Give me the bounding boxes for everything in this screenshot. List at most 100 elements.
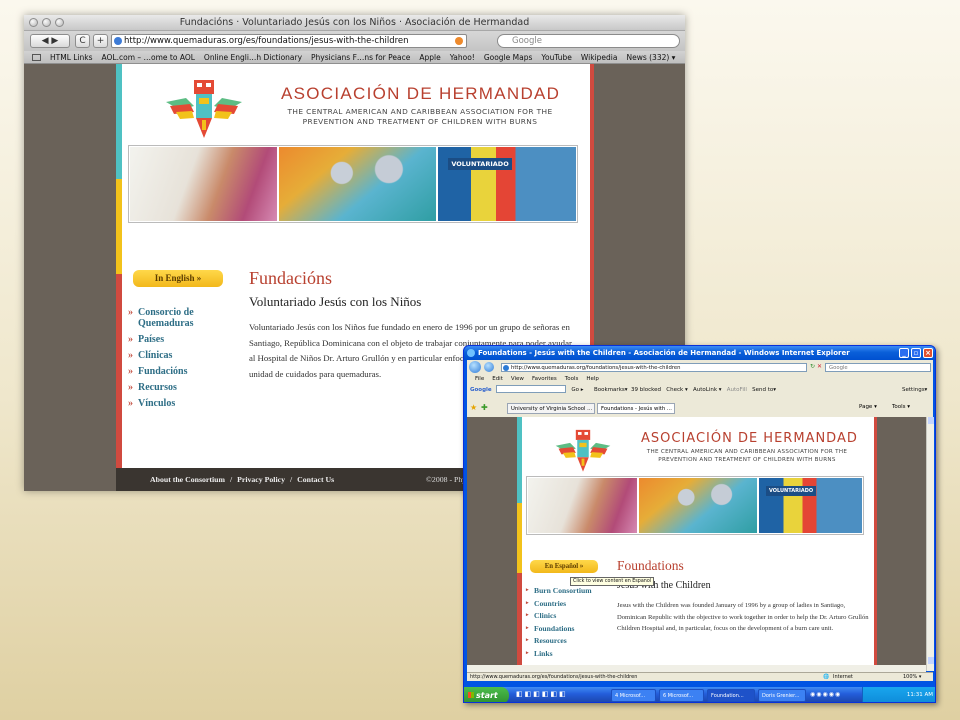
brand-title: ASOCIACIÓN DE HERMANDAD <box>641 431 858 446</box>
close-icon[interactable]: × <box>923 348 933 358</box>
bookmark-html-links[interactable]: HTML Links <box>50 53 93 62</box>
bookmark-physicians[interactable]: Physicians F…ns for Peace <box>311 53 410 62</box>
tools-menu[interactable]: Tools ▾ <box>892 404 910 410</box>
bookmark-wikipedia[interactable]: Wikipedia <box>581 53 618 62</box>
thunderbird-logo-icon[interactable] <box>553 427 613 473</box>
brand-tagline: THE CENTRAL AMERICAN AND CARIBBEAN ASSOC… <box>646 449 848 463</box>
nav-item-fundacions[interactable]: Fundacións <box>128 366 208 377</box>
stop-icon[interactable]: ✕ <box>817 363 822 370</box>
en-espanol-button[interactable]: En Español » <box>530 560 598 573</box>
start-button[interactable]: start <box>464 687 509 702</box>
nav-item-clinics[interactable]: Clinics <box>526 611 592 621</box>
bookmark-apple[interactable]: Apple <box>419 53 440 62</box>
nav-item-clinicas[interactable]: Clínicas <box>128 350 208 361</box>
taskbar-item-outlook[interactable]: Doris Grenier... <box>758 689 806 702</box>
brand-title: ASOCIACIÓN DE HERMANDAD <box>281 84 561 103</box>
menu-view[interactable]: View <box>511 376 524 382</box>
photo-nurse-child <box>130 147 277 221</box>
add-favorite-icon[interactable]: ✚ <box>481 403 488 412</box>
maximize-icon[interactable]: ▫ <box>911 348 921 358</box>
forward-icon[interactable] <box>484 362 494 372</box>
bookmark-dictionary[interactable]: Online Engli…h Dictionary <box>204 53 302 62</box>
menu-help[interactable]: Help <box>586 376 599 382</box>
photo-volunteers-sign: VOLUNTARIADO <box>758 478 862 533</box>
google-settings[interactable]: Settings▾ <box>902 384 927 397</box>
minimize-icon[interactable]: _ <box>899 348 909 358</box>
address-bar[interactable]: http://www.quemaduras.org/es/foundations… <box>111 34 467 48</box>
bookmark-youtube[interactable]: YouTube <box>541 53 572 62</box>
quick-launch-icons[interactable]: ◧◧◧◧◧◧ <box>516 690 568 698</box>
nav-item-recursos[interactable]: Recursos <box>128 382 208 393</box>
photo-banner: VOLUNTARIADO <box>128 145 578 223</box>
snapback-icon[interactable] <box>455 37 463 45</box>
menu-file[interactable]: File <box>475 376 484 382</box>
footer-link-contact[interactable]: Contact Us <box>297 475 334 484</box>
taskbar-item-word-1[interactable]: 4 Microsof... <box>611 689 656 702</box>
thunderbird-logo-icon[interactable] <box>164 76 244 140</box>
refresh-icon[interactable]: ↻ <box>810 363 815 370</box>
menu-favorites[interactable]: Favorites <box>532 376 557 382</box>
horizontal-scrollbar[interactable] <box>467 665 926 672</box>
address-text: http://www.quemaduras.org/es/foundations… <box>124 36 409 46</box>
search-field[interactable]: Google <box>497 34 680 48</box>
menu-tools[interactable]: Tools <box>565 376 579 382</box>
nav-item-foundations[interactable]: Foundations <box>526 624 592 634</box>
tab-uva[interactable]: University of Virginia School ... <box>507 403 595 414</box>
back-forward-button[interactable]: ◀ ▶ <box>30 34 70 48</box>
safari-toolbar: ◀ ▶ C + http://www.quemaduras.org/es/fou… <box>24 31 685 51</box>
ie-logo-icon <box>467 349 475 357</box>
tab-foundations[interactable]: Foundations - Jesús with ... <box>597 403 675 414</box>
google-go-button[interactable]: Go ▸ <box>571 387 583 393</box>
ie-viewport: ASOCIACIÓN DE HERMANDAD THE CENTRAL AMER… <box>467 417 926 671</box>
page-menu[interactable]: Page ▾ <box>859 404 877 410</box>
footer-link-about[interactable]: About the Consortium <box>150 475 225 484</box>
nav-item-burn-consortium[interactable]: Burn Consortium <box>526 586 592 596</box>
in-english-button[interactable]: In English » <box>133 270 223 287</box>
taskbar-item-word-2[interactable]: 6 Microsof... <box>659 689 704 702</box>
photo-sign-text: VOLUNTARIADO <box>448 158 512 170</box>
nav-item-links[interactable]: Links <box>526 649 592 659</box>
bookmark-news[interactable]: News (332) ▾ <box>626 53 675 62</box>
ie-address-bar[interactable]: http://www.quemaduras.org/foundations/je… <box>501 363 807 372</box>
nav-item-consorcio[interactable]: Consorcio de Quemaduras <box>128 307 208 329</box>
ie-toolbars: http://www.quemaduras.org/foundations/je… <box>467 360 933 417</box>
taskbar-item-ie[interactable]: Foundation... <box>707 689 755 702</box>
nav-item-paises[interactable]: Países <box>128 334 208 345</box>
ie-search-field[interactable]: Google <box>825 363 931 372</box>
add-bookmark-button[interactable]: + <box>93 34 108 48</box>
bookmark-aol[interactable]: AOL.com – …ome to AOL <box>102 53 195 62</box>
page-subtitle: Voluntariado Jesús con los Niños <box>249 294 422 309</box>
nav-item-vinculos[interactable]: Vínculos <box>128 398 208 409</box>
photo-sign-text: VOLUNTARIADO <box>765 486 817 496</box>
favorites-star-icon[interactable]: ★ <box>470 403 477 412</box>
menu-edit[interactable]: Edit <box>492 376 503 382</box>
bookmark-google-maps[interactable]: Google Maps <box>484 53 533 62</box>
nav-item-countries[interactable]: Countries <box>526 599 592 609</box>
reload-button[interactable]: C <box>75 34 90 48</box>
zoom-level[interactable]: 100% ▾ <box>903 673 921 682</box>
tray-icons[interactable]: ◉◉◉◉◉ <box>810 691 841 698</box>
color-strip <box>517 417 522 671</box>
nav-item-resources[interactable]: Resources <box>526 636 592 646</box>
ie-window-title: Foundations - Jesús with the Children - … <box>478 349 850 357</box>
sidebar-nav: Burn Consortium Countries Clinics Founda… <box>526 586 592 662</box>
spell-check[interactable]: Check ▾ <box>666 387 687 393</box>
autolink[interactable]: AutoLink ▾ <box>693 387 722 393</box>
ie-status-bar: http://www.quemaduras.org/es/foundations… <box>467 672 933 681</box>
send-to[interactable]: Send to▾ <box>752 387 776 393</box>
photo-volunteers-sign: VOLUNTARIADO <box>438 147 576 221</box>
book-icon[interactable] <box>32 54 41 61</box>
back-icon[interactable] <box>469 361 481 373</box>
window-title: Fundacións · Voluntariado Jesús con los … <box>179 17 530 28</box>
popup-blocked[interactable]: 39 blocked <box>631 387 661 393</box>
bookmark-yahoo[interactable]: Yahoo! <box>450 53 475 62</box>
google-bookmarks[interactable]: Bookmarks▾ <box>594 387 628 393</box>
globe-icon: 🌐 <box>823 674 830 680</box>
autofill[interactable]: AutoFill <box>727 387 747 393</box>
ie-page-icon <box>503 365 509 371</box>
ie-titlebar: Foundations - Jesús with the Children - … <box>464 346 935 360</box>
google-toolbar-search[interactable] <box>495 385 566 393</box>
footer-link-privacy[interactable]: Privacy Policy <box>237 475 285 484</box>
vertical-scrollbar[interactable] <box>926 417 934 671</box>
clock: 11:31 AM <box>906 692 933 698</box>
